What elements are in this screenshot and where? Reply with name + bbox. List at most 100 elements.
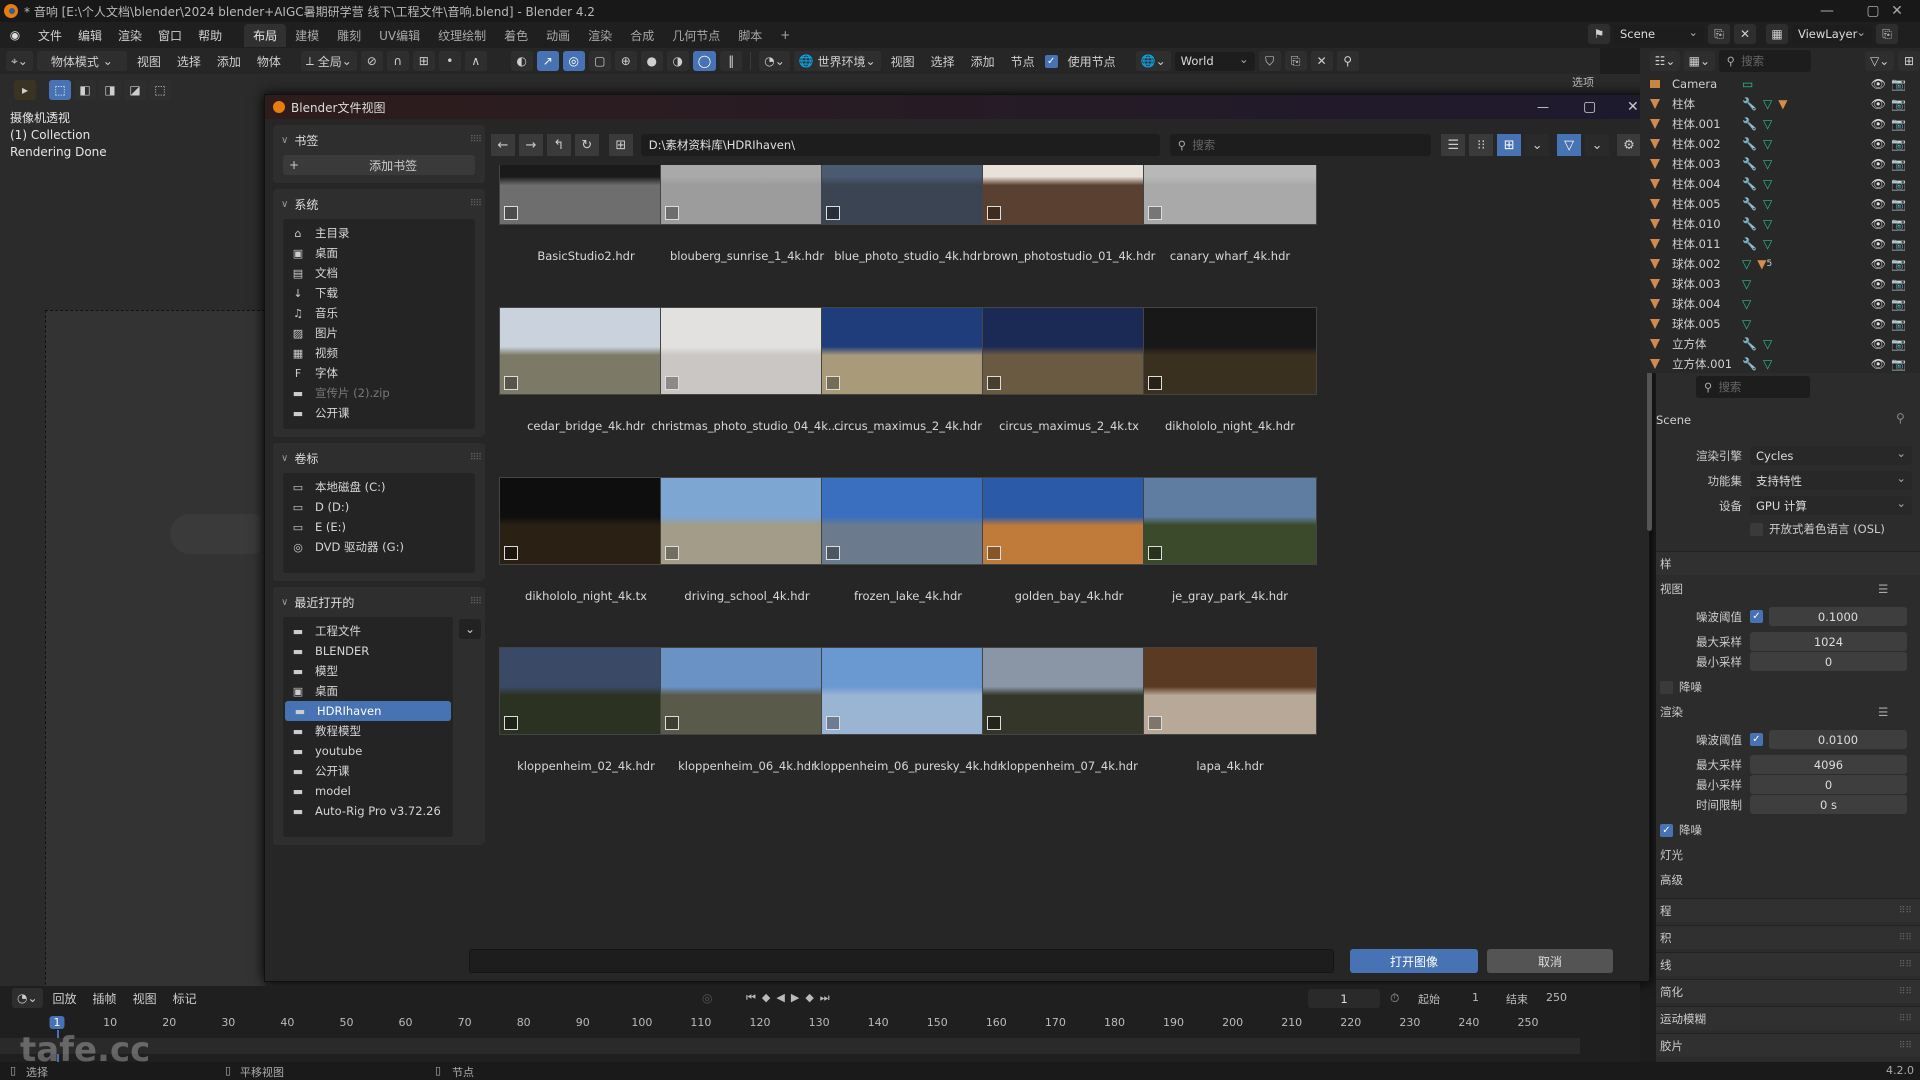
outliner-item[interactable]: 柱体 🔧 ▽ ▼ 👁 📷 — [1640, 94, 1920, 114]
advanced-subpanel[interactable]: 高级 — [1660, 872, 1683, 888]
file-item[interactable]: kloppenheim_02_4k.hdr — [499, 647, 673, 847]
horizontal-list-icon[interactable]: ⁝⁝ — [1469, 134, 1494, 156]
modifier-wrench-icon[interactable]: 🔧 — [1742, 97, 1757, 111]
node-menu-select[interactable]: 选择 — [925, 53, 961, 70]
drag-handle-icon[interactable]: ⠿⠿ — [1899, 906, 1912, 916]
display-mode-icon[interactable]: ☷⌄ — [1650, 51, 1681, 71]
mesh-data-icon[interactable]: ▽ — [1763, 217, 1772, 231]
sidebar-list-item[interactable]: ↓ 下载 — [283, 283, 475, 303]
rendered-shading-icon[interactable]: ◯ — [692, 51, 717, 71]
visibility-eye-icon[interactable]: 👁 — [1871, 277, 1886, 291]
render-engine-dropdown[interactable]: Cycles — [1750, 446, 1912, 465]
sidebar-list-item[interactable]: ▬ model — [283, 781, 453, 801]
lights-subpanel[interactable]: 灯光 — [1660, 847, 1683, 863]
parent-dir-icon[interactable]: ↰ — [546, 134, 571, 156]
drag-handle-icon[interactable]: ⠿⠿ — [1899, 1041, 1912, 1051]
dialog-title-bar[interactable]: Blender文件视图 — ▢ ✕ — [265, 95, 1649, 119]
sidebar-list-item[interactable]: ⌂ 主目录 — [283, 223, 475, 243]
material-shading-icon[interactable]: ◑ — [666, 51, 689, 71]
mesh-data-icon[interactable]: ▽ — [1763, 357, 1772, 371]
mesh-data-icon[interactable]: ▽ — [1763, 237, 1772, 251]
scene-field[interactable]: Scene — [1614, 24, 1704, 44]
workspace-tab[interactable]: 合成 — [621, 24, 663, 47]
menu-edit[interactable]: 编辑 — [70, 27, 110, 44]
properties-section[interactable]: 线 ⠿⠿ — [1656, 952, 1920, 976]
frame-ruler[interactable]: 1 10 20 30 40 50 60 70 80 90 100 110 120 130 140 150 160… — [0, 986, 1640, 1066]
filter-icon[interactable]: ▽⌄ — [1865, 51, 1894, 71]
world-name-field[interactable]: World — [1174, 51, 1255, 71]
mesh-data-icon[interactable]: ▽ — [1763, 177, 1772, 191]
device-dropdown[interactable]: GPU 计算 — [1750, 496, 1912, 515]
outliner-search[interactable]: ⚲ 搜索 — [1718, 50, 1812, 72]
outliner-item[interactable]: 柱体.005 🔧 ▽ 👁 📷 — [1640, 194, 1920, 214]
r-min-field[interactable]: 0 — [1750, 775, 1907, 794]
menu-select[interactable]: 选择 — [171, 53, 207, 70]
outliner-item[interactable]: 柱体.003 🔧 ▽ 👁 📷 — [1640, 154, 1920, 174]
visibility-eye-icon[interactable]: 👁 — [1871, 237, 1886, 251]
sidebar-list-item[interactable]: ▣ 桌面 — [283, 681, 453, 701]
pause-render-icon[interactable]: ‖ — [720, 51, 743, 71]
menu-render[interactable]: 渲染 — [110, 27, 150, 44]
sidebar-list-item[interactable]: ▬ Auto-Rig Pro v3.72.26 — [283, 801, 453, 821]
sidebar-list-item[interactable]: ▤ 文档 — [283, 263, 475, 283]
mesh-data-icon[interactable]: ▽ — [1763, 197, 1772, 211]
file-thumbnail[interactable] — [499, 165, 673, 225]
node-menu-node[interactable]: 节点 — [1005, 53, 1041, 70]
refresh-icon[interactable]: ↻ — [574, 134, 599, 156]
sidebar-list-item[interactable]: ▭ D (D:) — [283, 497, 475, 517]
properties-search[interactable]: ⚲ 搜索 — [1696, 376, 1810, 398]
new-scene-icon[interactable]: ⎘ — [1708, 24, 1730, 44]
outliner-item[interactable]: 柱体.001 🔧 ▽ 👁 📷 — [1640, 114, 1920, 134]
delete-scene-icon[interactable]: ✕ — [1734, 24, 1756, 44]
current-frame-marker[interactable]: 1 — [49, 1016, 65, 1029]
workspace-tab[interactable]: 脚本 — [729, 24, 771, 47]
sidebar-list-item[interactable]: ▦ 视频 — [283, 343, 475, 363]
file-thumbnail[interactable] — [982, 477, 1156, 565]
add-workspace-button[interactable]: + — [771, 25, 799, 45]
file-item[interactable]: kloppenheim_06_puresky_4k.hdr — [814, 647, 1002, 847]
select-subtract-icon[interactable]: ◨ — [99, 80, 121, 100]
file-item[interactable]: lapa_4k.hdr — [1143, 647, 1317, 847]
mesh-data-icon[interactable]: ▽ — [1763, 117, 1772, 131]
modifier-wrench-icon[interactable]: 🔧 — [1742, 157, 1757, 171]
workspace-tab[interactable]: 动画 — [537, 24, 579, 47]
render-camera-icon[interactable]: 📷 — [1891, 117, 1906, 131]
menu-view[interactable]: 视图 — [131, 53, 167, 70]
outliner-item[interactable]: 球体.005 ▽ 👁 📷 — [1640, 314, 1920, 334]
drag-handle-icon[interactable]: ⠿⠿ — [470, 597, 482, 607]
scene-selector-icon[interactable]: ⚑ — [1588, 24, 1610, 44]
back-icon[interactable]: ← — [491, 134, 515, 156]
search-field[interactable]: ⚲ 搜索 — [1169, 134, 1432, 156]
mesh-data-icon[interactable]: ▽ — [1742, 277, 1751, 291]
minimize-button[interactable]: — — [1804, 0, 1850, 22]
cancel-button[interactable]: 取消 — [1487, 949, 1613, 973]
file-thumbnail[interactable] — [821, 307, 995, 395]
outliner-item[interactable]: 柱体.011 🔧 ▽ 👁 📷 — [1640, 234, 1920, 254]
modifier-wrench-icon[interactable]: 🔧 — [1742, 137, 1757, 151]
workspace-tab[interactable]: 布局 — [244, 23, 287, 47]
mesh-data-icon[interactable]: ▽ — [1763, 157, 1772, 171]
properties-section[interactable]: 胶片 ⠿⠿ — [1656, 1033, 1920, 1057]
filename-input[interactable] — [469, 949, 1334, 973]
gizmo-toggle-icon[interactable]: ↗ — [536, 51, 559, 71]
workspace-tab[interactable]: 纹理绘制 — [429, 24, 495, 47]
filter-icon[interactable]: ▽ — [1557, 134, 1582, 156]
visibility-eye-icon[interactable]: 👁 — [1871, 217, 1886, 231]
workspace-tab[interactable]: UV编辑 — [370, 24, 429, 47]
file-thumbnail[interactable] — [660, 477, 834, 565]
menu-add[interactable]: 添加 — [211, 53, 247, 70]
sidebar-list-item[interactable]: ▭ E (E:) — [283, 517, 475, 537]
render-camera-icon[interactable]: 📷 — [1891, 297, 1906, 311]
sampling-section[interactable]: 样 — [1656, 551, 1920, 575]
modifier-wrench-icon[interactable]: 🔧 — [1742, 217, 1757, 231]
falloff-icon[interactable]: ∧ — [464, 51, 487, 71]
sidebar-list-item[interactable]: ▬ 教程模型 — [283, 721, 453, 741]
close-button[interactable]: ✕ — [1874, 0, 1920, 22]
outliner-item[interactable]: 球体.003 ▽ 👁 📷 — [1640, 274, 1920, 294]
world-selector-icon[interactable]: 🌐⌄ — [1135, 51, 1171, 71]
render-camera-icon[interactable]: 📷 — [1891, 317, 1906, 331]
render-camera-icon[interactable]: 📷 — [1891, 357, 1906, 371]
render-camera-icon[interactable]: 📷 — [1891, 237, 1906, 251]
outliner-item[interactable]: 球体.004 ▽ 👁 📷 — [1640, 294, 1920, 314]
sidebar-list-item[interactable]: ♫ 音乐 — [283, 303, 475, 323]
